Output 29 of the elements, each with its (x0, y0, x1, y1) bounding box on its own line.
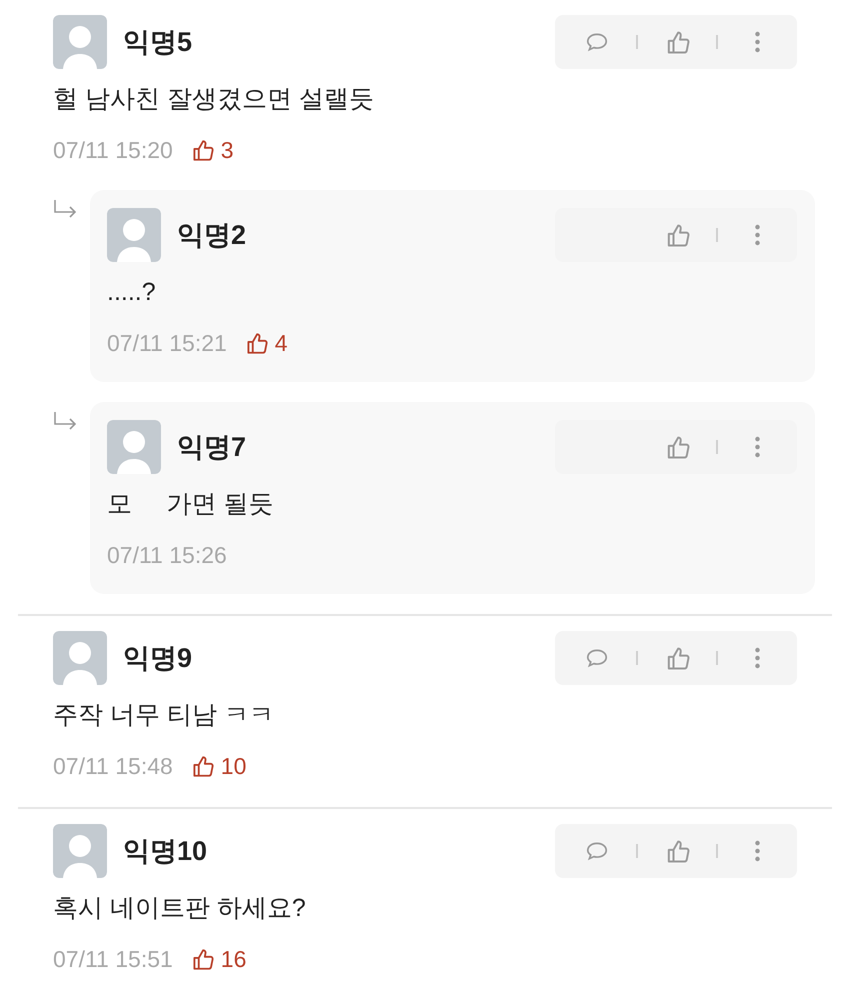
author-name: 익명2 (177, 219, 248, 252)
avatar (53, 824, 107, 878)
avatar (53, 15, 107, 69)
timestamp: 07/11 15:51 (53, 945, 173, 974)
avatar (107, 208, 161, 262)
comment-text: .....? (107, 277, 157, 308)
comment-text: 혹시 네이트판 하세요? (53, 893, 307, 924)
comment-text: 주작 너무 티남 ㅋㅋ (53, 700, 275, 731)
more-icon (754, 223, 760, 247)
more-icon (754, 30, 760, 54)
author-name: 익명5 (123, 26, 194, 59)
timestamp: 07/11 15:26 (107, 541, 227, 570)
avatar (53, 631, 107, 685)
author-name: 익명10 (123, 835, 208, 868)
timestamp: 07/11 15:21 (107, 329, 227, 358)
author-name: 익명7 (177, 431, 248, 464)
comment-text: 모 가면 될듯 (107, 489, 275, 520)
like-count: 16 (220, 945, 246, 974)
like-count: 4 (274, 329, 288, 358)
timestamp: 07/11 15:48 (53, 752, 173, 781)
author-name: 익명9 (123, 642, 194, 675)
avatar (107, 420, 161, 474)
more-icon (754, 839, 760, 863)
more-icon (754, 435, 760, 459)
like-count: 3 (220, 136, 234, 165)
like-count: 10 (220, 752, 246, 781)
more-icon (754, 646, 760, 670)
comment-text: 헐 남사친 잘생겼으면 설랠듯 (53, 84, 375, 115)
timestamp: 07/11 15:20 (53, 136, 173, 165)
